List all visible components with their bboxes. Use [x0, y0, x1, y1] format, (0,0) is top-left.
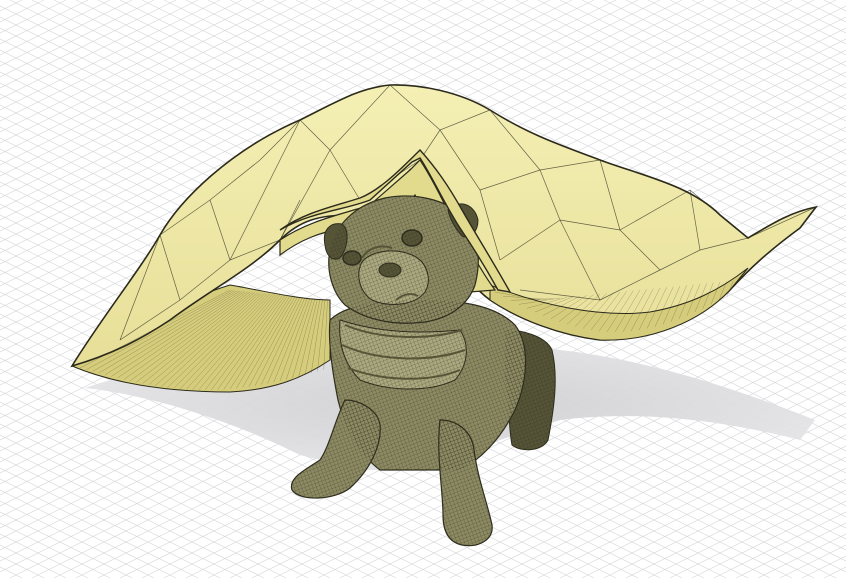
grid-line: [779, 544, 846, 578]
grid-line: [779, 0, 846, 34]
scene-canvas[interactable]: [0, 0, 846, 578]
grid-line: [0, 0, 23, 12]
grid-line: [0, 566, 23, 578]
3d-viewport[interactable]: [0, 0, 846, 578]
grid-line: [0, 0, 67, 34]
grid-line: [823, 566, 846, 578]
grid-line: [0, 544, 67, 578]
grid-line: [0, 0, 89, 45]
grid-line: [757, 0, 846, 45]
grid-line: [0, 533, 89, 578]
grid-line: [823, 0, 846, 12]
grid-line: [757, 533, 846, 578]
